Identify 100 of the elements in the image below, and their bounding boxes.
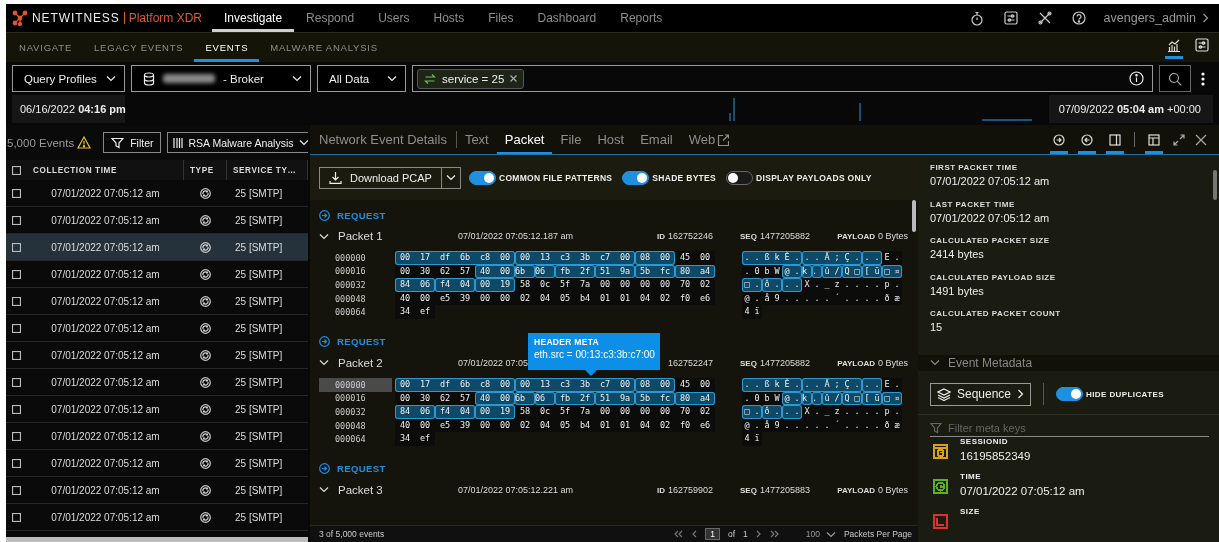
byte-group[interactable]: X . _ z . . . . p . bbox=[802, 278, 902, 292]
checkbox[interactable] bbox=[12, 350, 21, 360]
byte-group[interactable]: 45 00 bbox=[675, 377, 715, 392]
sequence-button[interactable]: Sequence bbox=[930, 382, 1032, 406]
table-row[interactable]: 07/01/2022 07:05:12 am 25 [SMTP] bbox=[6, 369, 308, 396]
table-row[interactable]: 07/01/2022 07:05:12 am 25 [SMTP] bbox=[6, 504, 308, 531]
byte-offset[interactable]: 000016 bbox=[319, 264, 392, 279]
byte-offset[interactable]: 000048 bbox=[319, 291, 392, 306]
table-row[interactable]: 07/01/2022 07:05:12 am 25 [SMTP] bbox=[6, 450, 308, 477]
byte-highlight[interactable]: 00 19 bbox=[475, 278, 515, 292]
table-row[interactable]: 07/01/2022 07:05:12 am 25 [SMTP] bbox=[6, 315, 308, 342]
table-row[interactable]: 07/01/2022 07:05:12 am 25 [SMTP] bbox=[6, 234, 308, 261]
nav-tab[interactable]: Files bbox=[476, 4, 526, 32]
query-pill[interactable]: service = 25 bbox=[417, 68, 525, 89]
expand-icon[interactable] bbox=[1173, 133, 1185, 146]
table-row[interactable]: 07/01/2022 07:05:12 am 25 [SMTP] bbox=[6, 396, 308, 423]
byte-group[interactable]: 58 0c 5f 7a 00 00 00 00 70 02 bbox=[515, 278, 715, 292]
close-icon[interactable] bbox=[1195, 133, 1207, 146]
table-row[interactable]: 07/01/2022 07:05:12 am 25 [SMTP] bbox=[6, 261, 308, 288]
timer-icon[interactable] bbox=[969, 10, 984, 26]
byte-highlight[interactable]: ô . bbox=[762, 405, 782, 419]
response-view-icon[interactable] bbox=[1081, 133, 1093, 146]
table-row[interactable]: 07/01/2022 07:05:12 am 25 [SMTP] bbox=[6, 180, 308, 207]
checkbox[interactable] bbox=[12, 512, 21, 522]
byte-highlight[interactable]: f4 04 bbox=[435, 405, 475, 419]
filter-button[interactable]: Filter bbox=[103, 132, 162, 153]
table-row[interactable]: 07/01/2022 07:05:12 am 25 [SMTP] bbox=[6, 342, 308, 369]
packet-title[interactable]: Packet 1 bbox=[338, 230, 383, 242]
nav-tab[interactable]: Hosts bbox=[421, 4, 477, 32]
tools-icon[interactable] bbox=[1037, 11, 1052, 25]
column-header[interactable]: TYPE bbox=[184, 160, 227, 180]
byte-highlight[interactable]: . . Ã ; Ç . bbox=[802, 251, 862, 265]
table-row[interactable]: 07/01/2022 07:05:12 am 25 [SMTP] bbox=[6, 477, 308, 504]
close-icon[interactable] bbox=[510, 75, 518, 82]
checkbox[interactable] bbox=[12, 323, 21, 333]
filter-field[interactable]: Filter meta keys bbox=[946, 420, 1209, 435]
time-range-dropdown[interactable]: All Data bbox=[317, 65, 406, 92]
byte-group[interactable]: 34 ef bbox=[395, 432, 435, 446]
byte-highlight[interactable]: 00 19 bbox=[475, 405, 515, 419]
byte-highlight[interactable]: 08 00 bbox=[635, 377, 675, 392]
byte-group[interactable]: 58 0c 5f 7a 00 00 00 00 70 02 bbox=[515, 405, 715, 419]
nav-tab[interactable]: Dashboard bbox=[525, 4, 609, 32]
checkbox[interactable] bbox=[12, 377, 21, 387]
byte-highlight[interactable]: 00 13 c3 3b c7 00 bbox=[515, 251, 635, 265]
nav-tab[interactable]: Reports bbox=[608, 4, 675, 32]
download-options-button[interactable] bbox=[441, 166, 461, 189]
byte-group[interactable]: X . _ z . . . . p . bbox=[802, 405, 902, 419]
byte-group[interactable]: 4 ï bbox=[742, 305, 762, 319]
section-tab[interactable]: LEGACY EVENTS bbox=[83, 33, 195, 62]
packet-title[interactable]: Packet 2 bbox=[338, 356, 383, 369]
table-row[interactable]: 07/01/2022 07:05:12 am 25 [SMTP] bbox=[6, 288, 308, 315]
byte-highlight[interactable]: ô . bbox=[762, 278, 782, 292]
byte-group[interactable]: E . bbox=[882, 251, 902, 265]
checkbox[interactable] bbox=[12, 485, 21, 495]
detail-tab[interactable]: Text bbox=[456, 125, 497, 154]
page-size-dropdown[interactable]: 100 bbox=[805, 529, 836, 539]
column-set-dropdown[interactable]: RSA Malware Analysis bbox=[167, 132, 308, 153]
data-source-dropdown[interactable]: - Broker bbox=[131, 65, 311, 92]
checkbox[interactable] bbox=[12, 165, 21, 175]
page-field[interactable]: 1 bbox=[705, 528, 720, 540]
table-row[interactable]: 07/01/2022 07:05:12 am 25 [SMTP] bbox=[6, 423, 308, 450]
help-icon[interactable] bbox=[1071, 11, 1086, 25]
toggle-switch[interactable] bbox=[622, 170, 650, 185]
byte-group[interactable]: 4 ï bbox=[742, 432, 762, 446]
detail-tab[interactable]: Web bbox=[680, 125, 738, 154]
more-icon[interactable] bbox=[1201, 71, 1205, 86]
checkbox[interactable] bbox=[12, 215, 21, 225]
byte-group[interactable]: 45 00 bbox=[675, 251, 715, 265]
byte-highlight[interactable]: □ . bbox=[742, 405, 762, 419]
ascii-char[interactable]: . bbox=[812, 264, 822, 279]
query-field[interactable]: service = 25 bbox=[412, 65, 1153, 92]
chart-icon[interactable] bbox=[1167, 38, 1181, 52]
byte-offset[interactable]: 000064 bbox=[319, 305, 392, 319]
byte-highlight[interactable]: [ ü bbox=[862, 264, 882, 279]
byte-highlight[interactable]: 84 06 bbox=[395, 405, 435, 419]
byte-offset[interactable]: 000032 bbox=[319, 405, 392, 419]
chevron-icon[interactable] bbox=[319, 359, 329, 367]
byte-highlight[interactable]: 00 17 df 6b c8 00 bbox=[395, 251, 515, 265]
byte-highlight[interactable]: . . bbox=[862, 377, 882, 392]
byte-offset[interactable]: 000000 bbox=[319, 377, 392, 392]
settings-icon[interactable] bbox=[1003, 11, 1018, 25]
column-header[interactable]: COLLECTION TIME bbox=[27, 160, 184, 180]
download-pcap-button[interactable]: Download PCAP bbox=[319, 166, 442, 189]
byte-highlight[interactable]: . . ß k È . bbox=[742, 251, 802, 265]
byte-offset[interactable]: 000032 bbox=[319, 278, 392, 292]
detail-tab[interactable]: Host bbox=[589, 125, 633, 154]
detail-tab[interactable]: Email bbox=[632, 125, 681, 154]
nav-tab[interactable]: Respond bbox=[294, 4, 367, 32]
detail-tab[interactable]: File bbox=[552, 125, 590, 154]
ascii-char[interactable]: k bbox=[802, 391, 812, 406]
toggle-switch[interactable] bbox=[1056, 387, 1084, 402]
search-button[interactable] bbox=[1159, 65, 1191, 92]
sidebar-view-icon[interactable] bbox=[1109, 133, 1121, 146]
chevron-icon[interactable] bbox=[319, 232, 329, 240]
last-page-icon[interactable] bbox=[769, 530, 780, 538]
previous-page-icon[interactable] bbox=[691, 530, 698, 538]
byte-highlight[interactable]: . . bbox=[862, 251, 882, 265]
byte-highlight[interactable]: 00 17 df 6b c8 00 bbox=[395, 377, 515, 392]
query-profiles-dropdown[interactable]: Query Profiles bbox=[12, 65, 125, 92]
ascii-char[interactable]: k bbox=[802, 264, 812, 279]
